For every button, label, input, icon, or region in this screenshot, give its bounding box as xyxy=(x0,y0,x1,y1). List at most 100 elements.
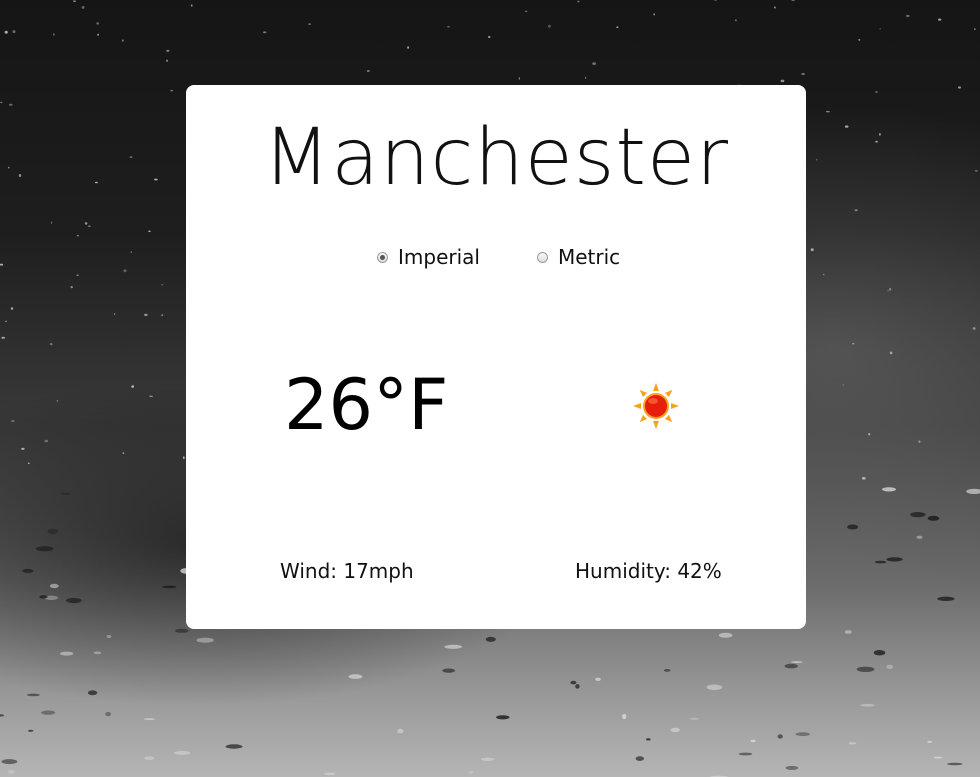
rain-drop xyxy=(933,756,943,759)
rain-drop xyxy=(842,384,844,386)
rain-drop xyxy=(714,0,717,1)
rain-drop xyxy=(348,674,363,679)
rain-drop xyxy=(47,528,59,535)
city-name: Manchester xyxy=(262,113,730,203)
rain-drop xyxy=(0,101,3,103)
rain-drop xyxy=(780,79,785,83)
rain-drop xyxy=(848,742,857,745)
rain-drop xyxy=(718,632,733,638)
rain-drop xyxy=(397,728,404,734)
humidity-readout: Humidity: 42% xyxy=(575,559,722,583)
rain-drop xyxy=(938,18,942,21)
rain-drop xyxy=(795,732,810,737)
rain-drop xyxy=(927,740,933,743)
rain-drop xyxy=(263,31,267,34)
rain-drop xyxy=(887,290,890,292)
rain-drop xyxy=(844,630,852,634)
metric-option[interactable]: Metric xyxy=(537,245,620,269)
rain-drop xyxy=(81,6,85,9)
rain-drop xyxy=(738,752,753,756)
rain-drop xyxy=(28,729,34,732)
rain-drop xyxy=(143,718,155,721)
rain-drop xyxy=(4,30,8,34)
rain-drop xyxy=(750,739,756,743)
rain-drop xyxy=(144,756,155,760)
rain-drop xyxy=(196,637,214,643)
rain-drop xyxy=(875,91,878,93)
rain-drop xyxy=(130,251,132,253)
rain-drop xyxy=(518,77,520,80)
rain-drop xyxy=(442,668,456,673)
rain-drop xyxy=(166,49,170,52)
rain-drop xyxy=(874,560,887,564)
rain-drop xyxy=(485,636,496,642)
rain-drop xyxy=(622,713,627,720)
rain-drop xyxy=(860,703,875,707)
rain-drop xyxy=(8,166,10,169)
rain-drop xyxy=(76,234,79,237)
metric-radio[interactable] xyxy=(537,251,548,263)
rain-drop xyxy=(886,557,903,562)
imperial-radio[interactable] xyxy=(377,251,388,263)
rain-drop xyxy=(570,680,577,685)
rain-drop xyxy=(70,286,73,289)
rain-drop xyxy=(875,140,878,143)
rain-drop xyxy=(49,343,53,346)
rain-drop xyxy=(706,684,723,691)
rain-drop xyxy=(791,0,795,2)
rain-drop xyxy=(447,26,450,28)
rain-drop xyxy=(595,677,601,681)
rain-drop xyxy=(910,511,926,518)
rain-drop xyxy=(39,595,48,599)
rain-drop xyxy=(889,287,892,291)
rain-drop xyxy=(480,757,495,761)
rain-drop xyxy=(84,222,88,225)
rain-drop xyxy=(861,477,866,480)
rain-drop xyxy=(96,22,100,25)
rain-drop xyxy=(868,433,871,436)
rain-drop xyxy=(844,125,849,128)
rain-drop xyxy=(7,769,15,774)
rain-drop xyxy=(53,33,55,36)
rain-drop xyxy=(947,762,963,766)
rain-drop xyxy=(816,158,818,161)
weather-card: Manchester Imperial Metric 26°F Wind: 17… xyxy=(186,85,806,629)
rain-drop xyxy=(653,13,655,16)
metric-label: Metric xyxy=(558,245,621,269)
rain-drop xyxy=(906,15,910,17)
rain-drop xyxy=(689,717,699,720)
rain-drop xyxy=(886,664,893,669)
rain-drop xyxy=(791,661,803,663)
rain-drop xyxy=(73,0,76,2)
rain-drop xyxy=(162,585,177,589)
rain-drop xyxy=(21,447,25,450)
rain-drop xyxy=(131,385,135,388)
rain-drop xyxy=(5,320,7,322)
rain-drop xyxy=(154,178,158,181)
rain-drop xyxy=(44,439,48,443)
rain-drop xyxy=(822,273,825,276)
rain-drop xyxy=(0,714,5,717)
rain-drop xyxy=(35,546,54,552)
rain-drop xyxy=(592,62,596,65)
rain-drop xyxy=(879,133,881,136)
rain-drop xyxy=(1,759,18,765)
rain-drop xyxy=(182,456,185,460)
rain-drop xyxy=(646,738,651,741)
rain-drop xyxy=(810,248,814,252)
rain-drop xyxy=(190,4,193,7)
rain-drop xyxy=(882,487,896,492)
rain-drop xyxy=(87,690,98,696)
rain-drop xyxy=(94,181,98,184)
rain-drop xyxy=(129,156,133,158)
rain-drop xyxy=(12,30,16,34)
rain-drop xyxy=(144,313,148,316)
rain-drop xyxy=(858,38,861,41)
rain-drop xyxy=(548,24,551,28)
rain-drop xyxy=(670,727,680,733)
rain-drop xyxy=(56,400,59,402)
rain-drop xyxy=(974,28,976,30)
rain-drop xyxy=(93,651,102,655)
imperial-option[interactable]: Imperial xyxy=(377,245,480,269)
rain-drop xyxy=(166,59,169,62)
